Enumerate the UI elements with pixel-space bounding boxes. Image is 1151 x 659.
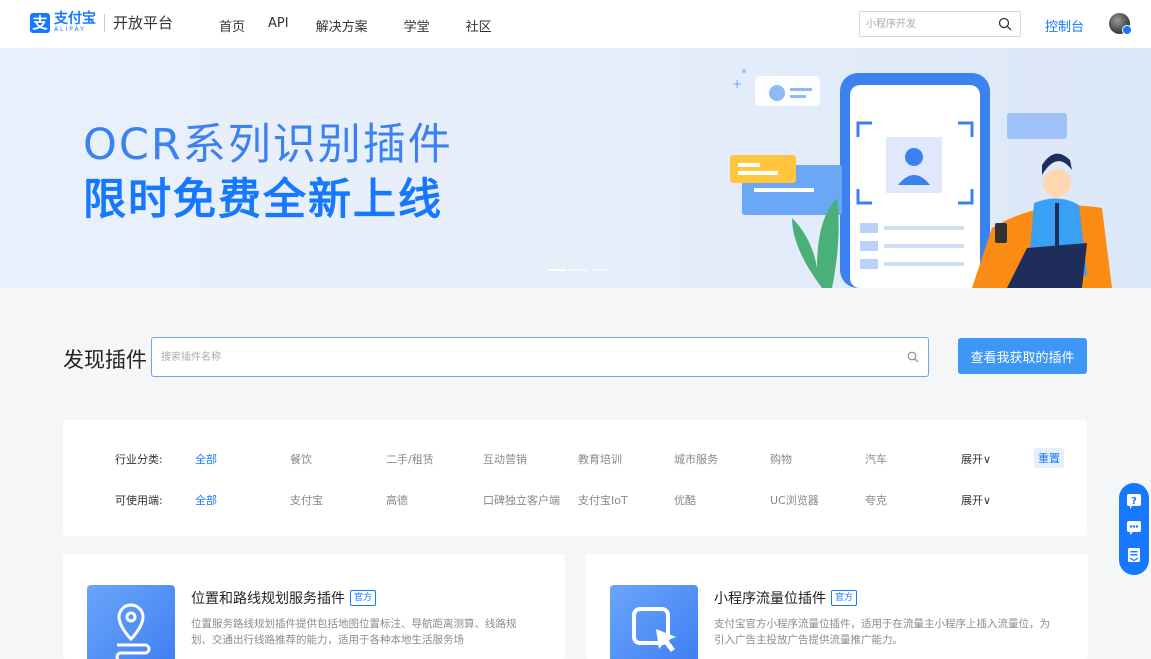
platform-option-all[interactable]: 全部 <box>195 492 217 508</box>
platform-option-iot[interactable]: 支付宝IoT <box>578 492 628 508</box>
search-icon[interactable] <box>998 17 1012 31</box>
industry-option-marketing[interactable]: 互动营销 <box>483 451 527 467</box>
nav-academy[interactable]: 学堂 <box>404 16 430 35</box>
platform-option-uc[interactable]: UC浏览器 <box>770 492 819 508</box>
plugin-search <box>151 337 929 377</box>
industry-filter-label: 行业分类: <box>115 453 163 466</box>
top-header: 支 支付宝 ALIPAY 开放平台 首页 API 解决方案 学堂 社区 控制台 <box>0 0 1151 48</box>
alipay-logo-icon: 支 <box>30 12 50 33</box>
platform-option-quark[interactable]: 夸克 <box>865 492 887 508</box>
platform-option-youku[interactable]: 优酷 <box>674 492 696 508</box>
header-search-input[interactable] <box>866 16 991 32</box>
avatar-badge-icon <box>1122 25 1132 35</box>
plugin-search-input[interactable] <box>161 348 861 366</box>
industry-option-all[interactable]: 全部 <box>195 451 217 467</box>
reset-button[interactable]: 重置 <box>1034 448 1064 468</box>
logo-en: ALIPAY <box>54 26 86 33</box>
chat-icon[interactable] <box>1126 520 1142 536</box>
feedback-icon[interactable] <box>1126 547 1142 563</box>
carousel-dot-2[interactable] <box>570 269 588 271</box>
plugin-description: 支付宝官方小程序流量位插件，适用于在流量主小程序上插入流量位，为引入广告主投放广… <box>714 618 1050 646</box>
discover-title: 发现插件 <box>63 348 147 372</box>
industry-expand-button[interactable]: 展开∨ <box>961 451 991 467</box>
banner-title: OCR系列识别插件 <box>83 120 453 170</box>
help-icon[interactable]: ? <box>1126 493 1142 509</box>
banner-illustration: + <box>730 69 1112 288</box>
logo-cn: 支付宝 <box>54 11 96 27</box>
banner-subtitle: 限时免费全新上线 <box>83 175 443 225</box>
industry-option-rental[interactable]: 二手/租赁 <box>386 451 434 467</box>
svg-text:?: ? <box>1131 496 1137 507</box>
my-plugins-button[interactable]: 查看我获取的插件 <box>958 338 1087 374</box>
platform-expand-button[interactable]: 展开∨ <box>961 492 991 508</box>
plugin-title[interactable]: 小程序流量位插件 官方 <box>714 588 858 608</box>
industry-option-food[interactable]: 餐饮 <box>290 451 312 467</box>
platform-name: 开放平台 <box>113 14 174 32</box>
main-nav: 首页 API 解决方案 学堂 社区 <box>219 16 492 35</box>
plugin-description: 位置服务路线规划插件提供包括地图位置标注、导航距离测算、线路规划、交通出行线路推… <box>191 618 517 646</box>
platform-filter-row: 可使用端: 全部 支付宝 高德 口碑独立客户端 支付宝IoT 优酷 UC浏览器 … <box>63 490 1087 510</box>
cursor-window-icon <box>610 585 698 659</box>
location-route-icon <box>87 585 175 659</box>
nav-api[interactable]: API <box>268 16 289 35</box>
hero-banner[interactable]: OCR系列识别插件 限时免费全新上线 + <box>0 48 1151 288</box>
nav-solutions[interactable]: 解决方案 <box>316 16 368 35</box>
industry-option-education[interactable]: 教育培训 <box>578 451 622 467</box>
carousel-dots <box>548 269 610 271</box>
plugin-card[interactable]: 小程序流量位插件 官方 支付宝官方小程序流量位插件，适用于在流量主小程序上插入流… <box>586 554 1088 659</box>
plugin-title[interactable]: 位置和路线规划服务插件 官方 <box>191 588 377 608</box>
platform-option-koubei[interactable]: 口碑独立客户端 <box>483 492 560 508</box>
header-search <box>859 11 1021 37</box>
official-badge: 官方 <box>350 590 377 606</box>
industry-option-city[interactable]: 城市服务 <box>674 451 718 467</box>
plugin-card[interactable]: 位置和路线规划服务插件 官方 位置服务路线规划插件提供包括地图位置标注、导航距离… <box>63 554 565 659</box>
logo-wordmark: 支付宝 ALIPAY <box>54 12 96 33</box>
industry-option-shopping[interactable]: 购物 <box>770 451 792 467</box>
carousel-dot-1[interactable] <box>548 269 566 271</box>
nav-community[interactable]: 社区 <box>466 16 492 35</box>
plugin-name: 小程序流量位插件 <box>714 591 826 607</box>
search-icon[interactable] <box>907 351 919 363</box>
platform-filter-label: 可使用端: <box>115 494 163 507</box>
industry-option-auto[interactable]: 汽车 <box>865 451 887 467</box>
svg-text:+: + <box>732 77 742 91</box>
industry-filter-row: 行业分类: 全部 餐饮 二手/租赁 互动营销 教育培训 城市服务 购物 汽车 展… <box>63 448 1087 469</box>
carousel-dot-3[interactable] <box>592 269 610 271</box>
alipay-logo[interactable]: 支 支付宝 ALIPAY 开放平台 <box>30 12 173 33</box>
platform-option-alipay[interactable]: 支付宝 <box>290 492 323 508</box>
logo-divider <box>104 13 105 32</box>
platform-option-amap[interactable]: 高德 <box>386 492 408 508</box>
nav-home[interactable]: 首页 <box>219 16 245 35</box>
floating-toolbar: ? <box>1119 483 1149 575</box>
plugin-name: 位置和路线规划服务插件 <box>191 591 345 607</box>
official-badge: 官方 <box>831 590 858 606</box>
filter-panel: 行业分类: 全部 餐饮 二手/租赁 互动营销 教育培训 城市服务 购物 汽车 展… <box>63 420 1087 536</box>
console-link[interactable]: 控制台 <box>1045 16 1084 35</box>
